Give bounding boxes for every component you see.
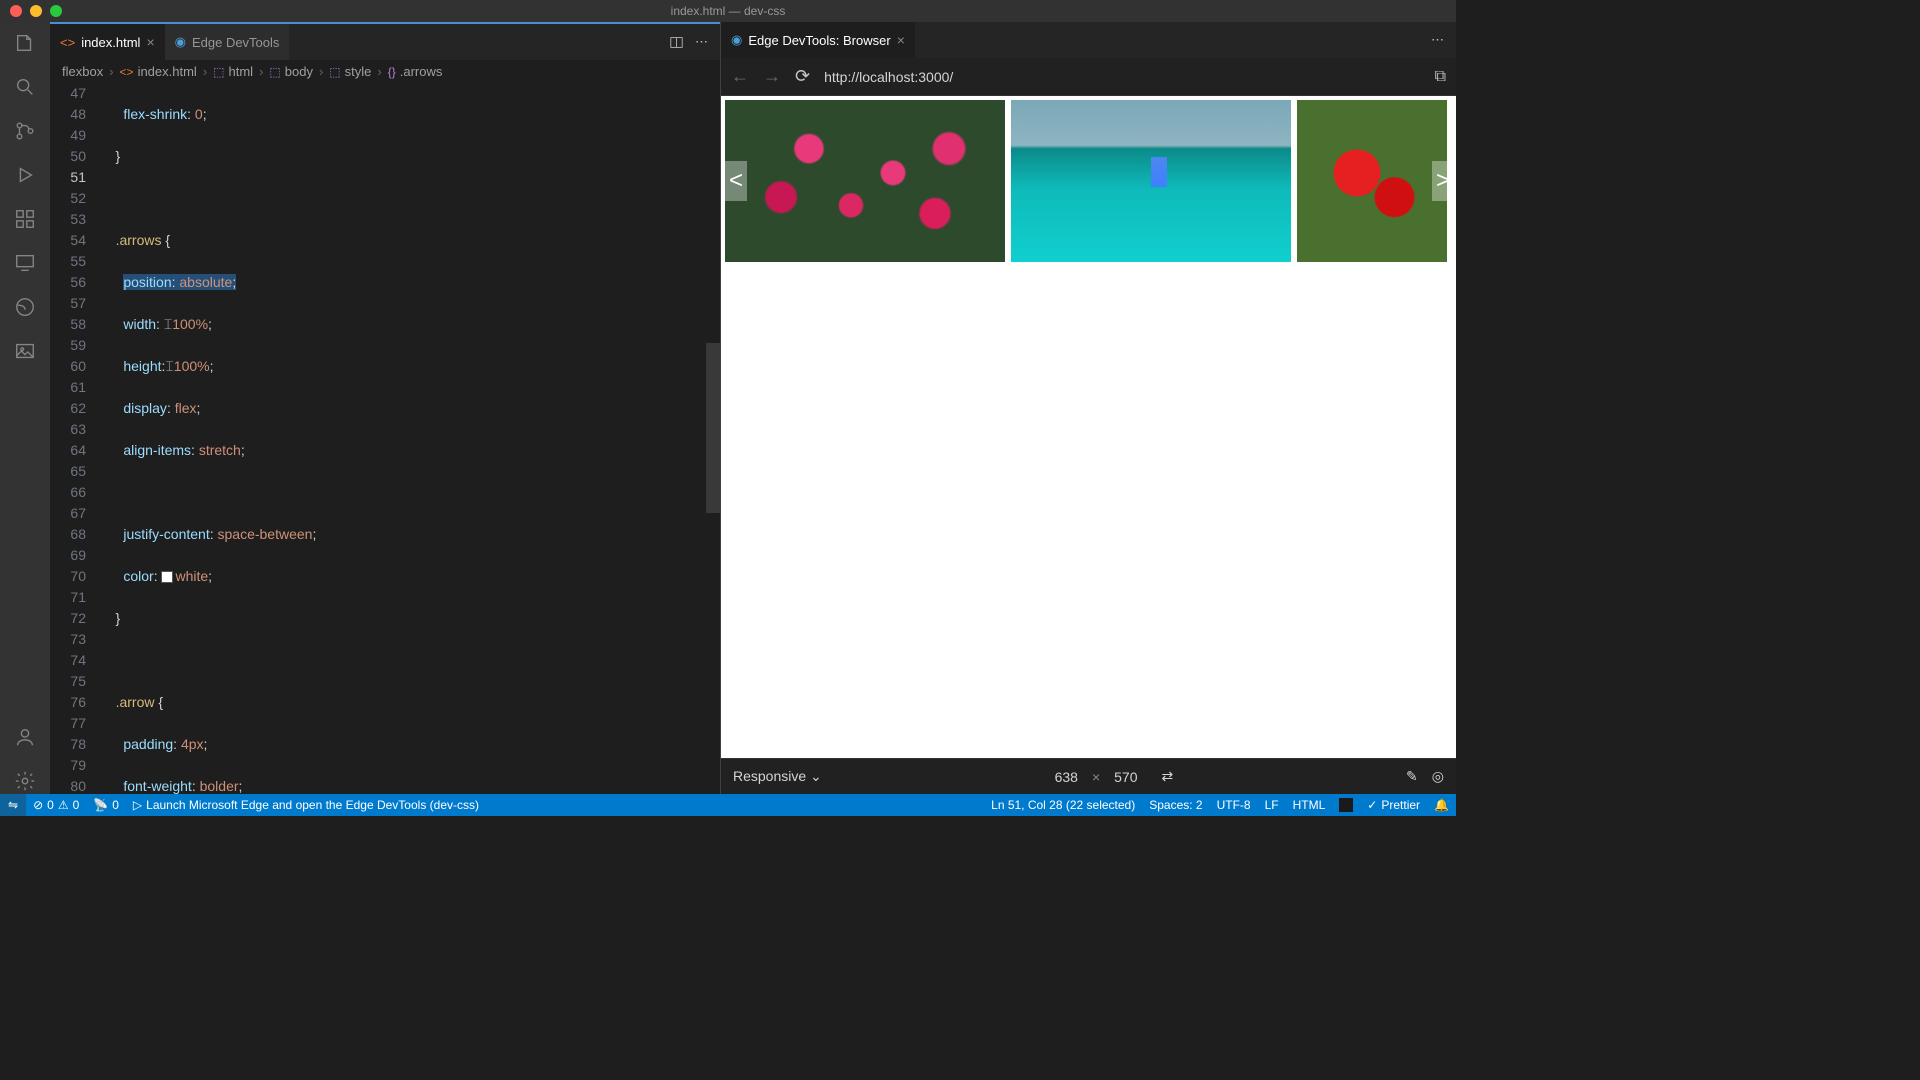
inspect-icon[interactable]: ⧉ <box>1435 68 1446 86</box>
editor-group: <> index.html × ◉ Edge DevTools ⋯ flexbo… <box>50 22 720 794</box>
carousel-prev-button[interactable]: < <box>725 161 747 201</box>
edit-icon[interactable]: ✎ <box>1406 768 1418 785</box>
error-icon: ⊘ <box>33 798 43 812</box>
line-gutter: 4748495051525354555657585960616263646566… <box>50 83 100 794</box>
close-window-button[interactable] <box>10 5 22 17</box>
tag-icon: ⬚ <box>269 65 280 79</box>
activity-bar <box>0 22 50 794</box>
tab-edge-devtools[interactable]: ◉ Edge DevTools <box>165 24 290 60</box>
breadcrumbs[interactable]: flexbox › <>index.html › ⬚html › ⬚body ›… <box>50 60 720 83</box>
run-debug-icon[interactable] <box>12 162 38 188</box>
crumb-folder[interactable]: flexbox <box>62 64 103 79</box>
minimize-window-button[interactable] <box>30 5 42 17</box>
code-content[interactable]: flex-shrink: 0; } .arrows { position: ab… <box>100 83 720 794</box>
status-eol[interactable]: LF <box>1258 798 1286 812</box>
edge-icon: ◉ <box>175 34 186 50</box>
html-file-icon: <> <box>120 65 134 79</box>
images-icon[interactable] <box>12 338 38 364</box>
status-screencast[interactable] <box>1332 798 1360 812</box>
forward-button[interactable]: → <box>763 66 781 87</box>
search-icon[interactable] <box>12 74 38 100</box>
maximize-window-button[interactable] <box>50 5 62 17</box>
close-icon[interactable]: × <box>146 34 154 50</box>
tag-icon: ⬚ <box>329 65 340 79</box>
carousel-image-catamaran <box>1011 100 1291 262</box>
edge-icon: ◉ <box>731 32 742 48</box>
html-file-icon: <> <box>60 35 75 50</box>
scrollbar-thumb[interactable] <box>706 343 720 513</box>
close-icon[interactable]: × <box>897 32 905 48</box>
browser-tabs: ◉ Edge DevTools: Browser × ⋯ <box>721 22 1456 58</box>
browser-viewport[interactable]: < > <box>721 96 1456 758</box>
color-swatch-white[interactable] <box>161 571 173 583</box>
carousel-image-poppy <box>1297 100 1447 262</box>
antenna-icon: 📡 <box>93 798 108 812</box>
tab-edge-browser[interactable]: ◉ Edge DevTools: Browser × <box>721 22 915 58</box>
tag-icon: ⬚ <box>213 65 224 79</box>
crumb-body[interactable]: ⬚body <box>269 64 313 79</box>
back-button[interactable]: ← <box>731 66 749 87</box>
tab-label: index.html <box>81 35 140 50</box>
status-cursor[interactable]: Ln 51, Col 28 (22 selected) <box>984 798 1142 812</box>
crumb-file[interactable]: <>index.html <box>120 64 197 79</box>
status-language[interactable]: HTML <box>1286 798 1333 812</box>
status-launch[interactable]: ▷Launch Microsoft Edge and open the Edge… <box>126 798 486 812</box>
status-bar: ⇋ ⊘0 ⚠0 📡0 ▷Launch Microsoft Edge and op… <box>0 794 1456 816</box>
crumb-selector[interactable]: {}.arrows <box>388 64 443 79</box>
traffic-lights <box>0 5 62 17</box>
image-carousel <box>725 100 1456 262</box>
status-port[interactable]: 📡0 <box>86 798 126 812</box>
window-title: index.html — dev-css <box>671 4 786 18</box>
editor-tabs: <> index.html × ◉ Edge DevTools ⋯ <box>50 24 720 60</box>
edge-icon[interactable] <box>12 294 38 320</box>
carousel-image-tulips <box>725 100 1005 262</box>
remote-button[interactable]: ⇋ <box>0 794 26 816</box>
dimension-separator: × <box>1092 769 1100 785</box>
viewport-height[interactable]: 570 <box>1114 769 1137 785</box>
browser-panel: ◉ Edge DevTools: Browser × ⋯ ← → ⟳ http:… <box>720 22 1456 794</box>
source-control-icon[interactable] <box>12 118 38 144</box>
more-actions-icon[interactable]: ⋯ <box>695 34 708 50</box>
account-icon[interactable] <box>12 724 38 750</box>
titlebar: index.html — dev-css <box>0 0 1456 22</box>
responsive-dropdown[interactable]: Responsive ⌄ <box>733 768 822 785</box>
warning-icon: ⚠ <box>58 798 69 812</box>
status-errors[interactable]: ⊘0 ⚠0 <box>26 798 86 812</box>
remote-icon: ⇋ <box>8 798 18 812</box>
status-encoding[interactable]: UTF-8 <box>1210 798 1258 812</box>
viewport-width[interactable]: 638 <box>1055 769 1078 785</box>
crumb-html[interactable]: ⬚html <box>213 64 253 79</box>
play-icon: ▷ <box>133 798 142 812</box>
browser-toolbar: ← → ⟳ http://localhost:3000/ ⧉ <box>721 58 1456 96</box>
status-prettier[interactable]: ✓ Prettier <box>1360 798 1427 812</box>
crumb-style[interactable]: ⬚style <box>329 64 371 79</box>
status-spaces[interactable]: Spaces: 2 <box>1142 798 1209 812</box>
remote-explorer-icon[interactable] <box>12 250 38 276</box>
tab-label: Edge DevTools <box>192 35 279 50</box>
explorer-icon[interactable] <box>12 30 38 56</box>
selector-icon: {} <box>388 65 396 79</box>
extensions-icon[interactable] <box>12 206 38 232</box>
target-icon[interactable]: ◎ <box>1432 768 1444 785</box>
responsive-toolbar: Responsive ⌄ 638 × 570 ⇄ ✎ ◎ <box>721 758 1456 794</box>
code-editor[interactable]: 4748495051525354555657585960616263646566… <box>50 83 720 794</box>
settings-icon[interactable] <box>12 768 38 794</box>
tab-index-html[interactable]: <> index.html × <box>50 24 165 60</box>
reload-button[interactable]: ⟳ <box>795 66 810 87</box>
status-bell-icon[interactable]: 🔔 <box>1427 798 1456 812</box>
carousel-next-button[interactable]: > <box>1432 161 1454 201</box>
url-bar[interactable]: http://localhost:3000/ <box>824 69 1420 85</box>
screencast-icon <box>1339 798 1353 812</box>
chevron-down-icon: ⌄ <box>810 768 822 784</box>
tab-label: Edge DevTools: Browser <box>748 33 890 48</box>
more-actions-icon[interactable]: ⋯ <box>1431 32 1444 48</box>
rotate-icon[interactable]: ⇄ <box>1162 768 1174 785</box>
split-editor-icon[interactable] <box>670 36 683 49</box>
